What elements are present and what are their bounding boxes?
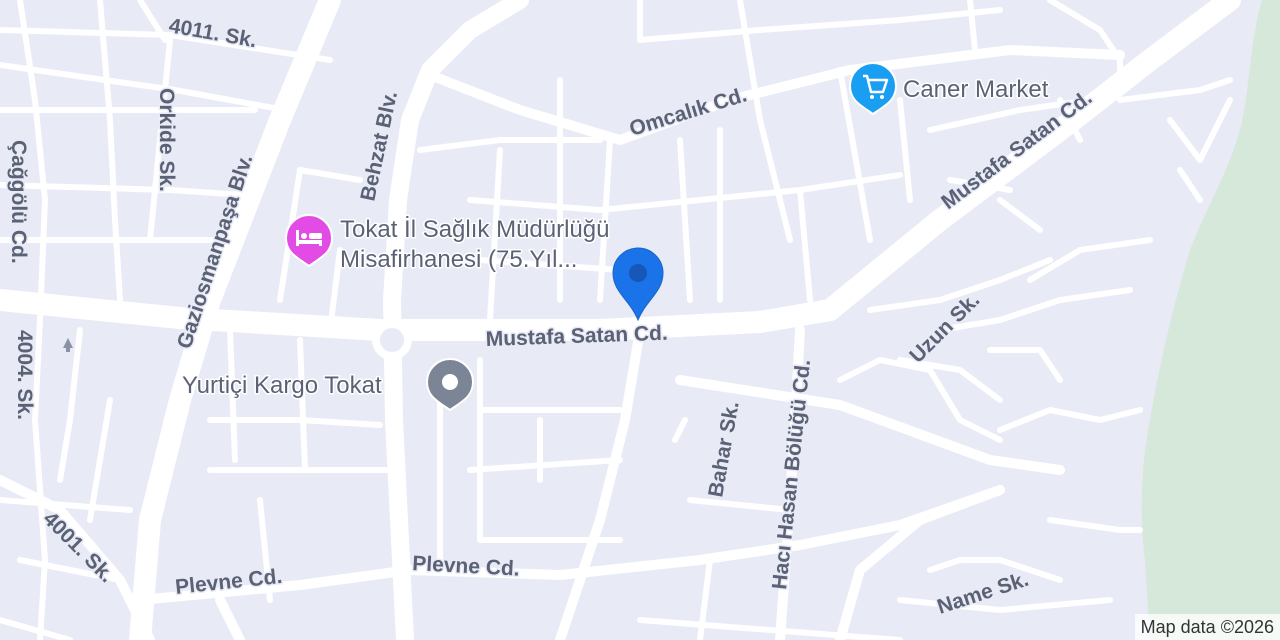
one-way-arrow-icon [63, 338, 73, 352]
map-attribution[interactable]: Map data ©2026 [1134, 614, 1280, 640]
map-roads: 4011. Sk. Orkide Sk. Çağgölü Cd. Gaziosm… [0, 0, 1280, 640]
street-label-4011: 4011. Sk. [167, 14, 258, 52]
location-pin-icon[interactable] [612, 247, 664, 322]
street-label-caggolu: Çağgölü Cd. [7, 140, 30, 264]
poi-yurtici-kargo[interactable]: Yurtiçi Kargo Tokat [181, 358, 475, 412]
street-label-mustafa-satan-2: Mustafa Satan Cd. [937, 86, 1096, 214]
shopping-cart-icon [848, 62, 898, 116]
street-label-omcalik: Omcalık Cd. [627, 83, 750, 140]
street-label-bahar: Bahar Sk. [704, 399, 743, 498]
poi-label-yurtici-kargo: Yurtiçi Kargo Tokat [182, 372, 382, 399]
map-canvas[interactable]: 4011. Sk. Orkide Sk. Çağgölü Cd. Gaziosm… [0, 0, 1280, 640]
poi-label-tokat-line2: Misafirhanesi (75.Yıl... [340, 246, 577, 273]
roundabout [372, 320, 412, 360]
poi-caner-market[interactable]: Caner Market [848, 62, 1050, 116]
street-label-plevne-2: Plevne Cd. [412, 552, 520, 581]
street-label-4004: 4004. Sk. [13, 330, 36, 420]
bed-icon [284, 214, 334, 268]
place-dot-icon [425, 358, 475, 412]
street-label-orkide: Orkide Sk. [155, 88, 178, 192]
poi-label-caner-market: Caner Market [903, 76, 1049, 103]
poi-label-tokat-line1: Tokat İl Sağlık Müdürlüğü [340, 216, 609, 243]
street-label-4001: 4001. Sk. [38, 507, 118, 587]
